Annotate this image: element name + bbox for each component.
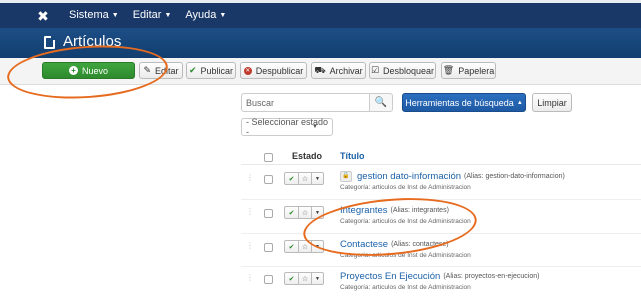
caret-down-icon: ▼ (111, 11, 119, 19)
published-check-icon[interactable]: ✔ (284, 272, 299, 285)
status-button-group: ✔ ☆ ▼ (284, 240, 324, 253)
caret-down-icon[interactable]: ▼ (312, 240, 324, 253)
star-icon[interactable]: ☆ (299, 240, 312, 253)
unpublish-button[interactable]: ✕ Despublicar (240, 62, 307, 79)
clear-button[interactable]: Limpiar (532, 93, 572, 112)
divider (241, 199, 641, 200)
archive-icon: ⛟ (314, 64, 326, 75)
status-button-group: ✔ ☆ ▼ (284, 172, 324, 185)
row-checkbox[interactable] (264, 275, 273, 284)
search-tools-button[interactable]: Herramientas de búsqueda ▲ (402, 93, 526, 112)
row-checkbox[interactable] (264, 243, 273, 252)
divider (241, 164, 641, 165)
table-row: ⋮ ✔ ☆ ▼ Integrantes (Alias: integrantes)… (241, 205, 641, 240)
article-alias: (Alias: proyectos-en-ejecucion) (443, 273, 540, 280)
article-title-link[interactable]: Integrantes (340, 205, 388, 216)
publish-button[interactable]: ✔ Publicar (186, 62, 236, 79)
new-button[interactable]: + Nuevo (42, 62, 135, 79)
article-category: Categoría: articulos de Inst de Administ… (340, 184, 471, 191)
article-category: Categoría: articulos de Inst de Administ… (340, 218, 471, 225)
caret-down-icon: ▼ (164, 11, 172, 19)
unpublish-icon: ✕ (243, 66, 252, 75)
toolbar: + Nuevo ✎ Editar ✔ Publicar ✕ Despublica… (0, 58, 641, 85)
lock-icon[interactable]: 🔒 (340, 171, 352, 182)
published-check-icon[interactable]: ✔ (284, 240, 299, 253)
checkbox-icon: ☑ (370, 65, 380, 75)
plus-icon: + (68, 66, 78, 75)
joomla-icon[interactable]: ✖ (36, 8, 50, 24)
edit-icon: ✎ (143, 65, 152, 75)
published-check-icon[interactable]: ✔ (284, 172, 299, 185)
caret-up-icon: ▲ (516, 99, 523, 106)
row-checkbox[interactable] (264, 175, 273, 184)
table-row: ⋮ ✔ ☆ ▼ Proyectos En Ejecución (Alias: p… (241, 271, 641, 306)
status-button-group: ✔ ☆ ▼ (284, 272, 324, 285)
table-row: ⋮ ✔ ☆ ▼ Contactese (Alias: contactese) C… (241, 239, 641, 274)
drag-handle-icon[interactable]: ⋮ (246, 208, 254, 216)
menu-sistema[interactable]: Sistema ▼ (69, 9, 119, 21)
article-alias: (Alias: integrantes) (390, 207, 449, 214)
row-checkbox[interactable] (264, 209, 273, 218)
caret-down-icon[interactable]: ▼ (312, 272, 324, 285)
article-alias: (Alias: contactese) (391, 241, 449, 248)
article-icon (44, 36, 55, 49)
article-alias: (Alias: gestion-dato-informacion) (464, 173, 565, 180)
divider (241, 266, 641, 267)
article-title-link[interactable]: gestion dato-información (357, 171, 461, 182)
drag-handle-icon[interactable]: ⋮ (246, 242, 254, 250)
column-header-title[interactable]: Título (340, 151, 365, 161)
drag-handle-icon[interactable]: ⋮ (246, 274, 254, 282)
star-icon[interactable]: ☆ (299, 272, 312, 285)
star-icon[interactable]: ☆ (299, 206, 312, 219)
caret-down-icon: ▼ (219, 11, 227, 19)
select-all-checkbox[interactable] (264, 153, 273, 162)
page-title: Artículos (63, 33, 122, 50)
check-icon: ✔ (188, 65, 197, 75)
article-title-link[interactable]: Contactese (340, 239, 388, 250)
trash-icon: 🗑 (442, 65, 455, 75)
unlock-button[interactable]: ☑ Desbloquear (369, 62, 436, 79)
state-select[interactable]: - Seleccionar estado - ▼ (241, 117, 333, 137)
column-header-status[interactable]: Estado (292, 151, 322, 161)
divider (241, 233, 641, 234)
search-input[interactable] (241, 93, 369, 112)
search-button[interactable]: 🔍 (369, 93, 393, 112)
top-navbar: ✖ Sistema ▼ Editar ▼ Ayuda ▼ (0, 0, 641, 28)
caret-down-icon[interactable]: ▼ (312, 172, 324, 185)
article-title-link[interactable]: Proyectos En Ejecución (340, 271, 440, 282)
article-category: Categoría: articulos de Inst de Administ… (340, 284, 471, 291)
page-header: Artículos (0, 28, 641, 58)
article-category: Categoría: articulos de Inst de Administ… (340, 252, 471, 259)
menu-editar[interactable]: Editar ▼ (133, 9, 172, 21)
published-check-icon[interactable]: ✔ (284, 206, 299, 219)
edit-button[interactable]: ✎ Editar (139, 62, 183, 79)
caret-down-icon: ▼ (312, 124, 318, 130)
caret-down-icon[interactable]: ▼ (312, 206, 324, 219)
drag-handle-icon[interactable]: ⋮ (246, 174, 254, 182)
main-menu: Sistema ▼ Editar ▼ Ayuda ▼ (69, 9, 226, 21)
star-icon[interactable]: ☆ (299, 172, 312, 185)
menu-ayuda[interactable]: Ayuda ▼ (185, 9, 226, 21)
table-row: ⋮ ✔ ☆ ▼ 🔒 gestion dato-información (Alia… (241, 171, 641, 206)
trash-button[interactable]: 🗑 Papelera (441, 62, 496, 79)
status-button-group: ✔ ☆ ▼ (284, 206, 324, 219)
search-icon: 🔍 (374, 97, 388, 108)
archive-button[interactable]: ⛟ Archivar (311, 62, 366, 79)
